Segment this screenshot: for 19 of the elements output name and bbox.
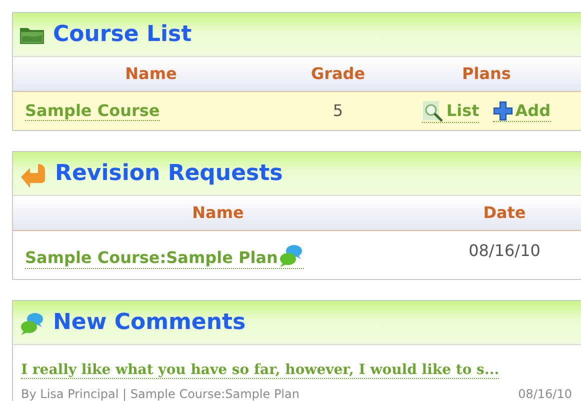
column-header: Name bbox=[191, 202, 245, 224]
column-header: Name bbox=[124, 63, 178, 85]
panel-title: New Comments bbox=[53, 312, 246, 334]
comment-date: 08/16/10 bbox=[518, 386, 572, 401]
plan-link[interactable]: Sample Course:Sample Plan bbox=[25, 242, 304, 268]
date-cell-text: 08/16/10 bbox=[468, 240, 542, 262]
comment-link[interactable]: I really like what you have so far, however, I would like to s... bbox=[21, 362, 500, 379]
grade-cell-text: 5 bbox=[332, 100, 344, 122]
column-header: Date bbox=[482, 202, 527, 224]
column-header: Grade bbox=[310, 63, 366, 85]
panel-title: Revision Requests bbox=[55, 162, 283, 184]
comment-meta: By Lisa Principal | Sample Course:Sample Plan bbox=[21, 386, 300, 401]
panel-title: Course List bbox=[53, 24, 192, 46]
magnifier-icon bbox=[422, 100, 444, 122]
course-link[interactable]: Sample Course bbox=[25, 101, 160, 121]
list-plans-link[interactable]: List bbox=[422, 100, 480, 122]
plus-icon bbox=[493, 100, 514, 120]
column-header: Plans bbox=[461, 63, 512, 85]
add-plan-link[interactable]: Add bbox=[493, 100, 551, 122]
